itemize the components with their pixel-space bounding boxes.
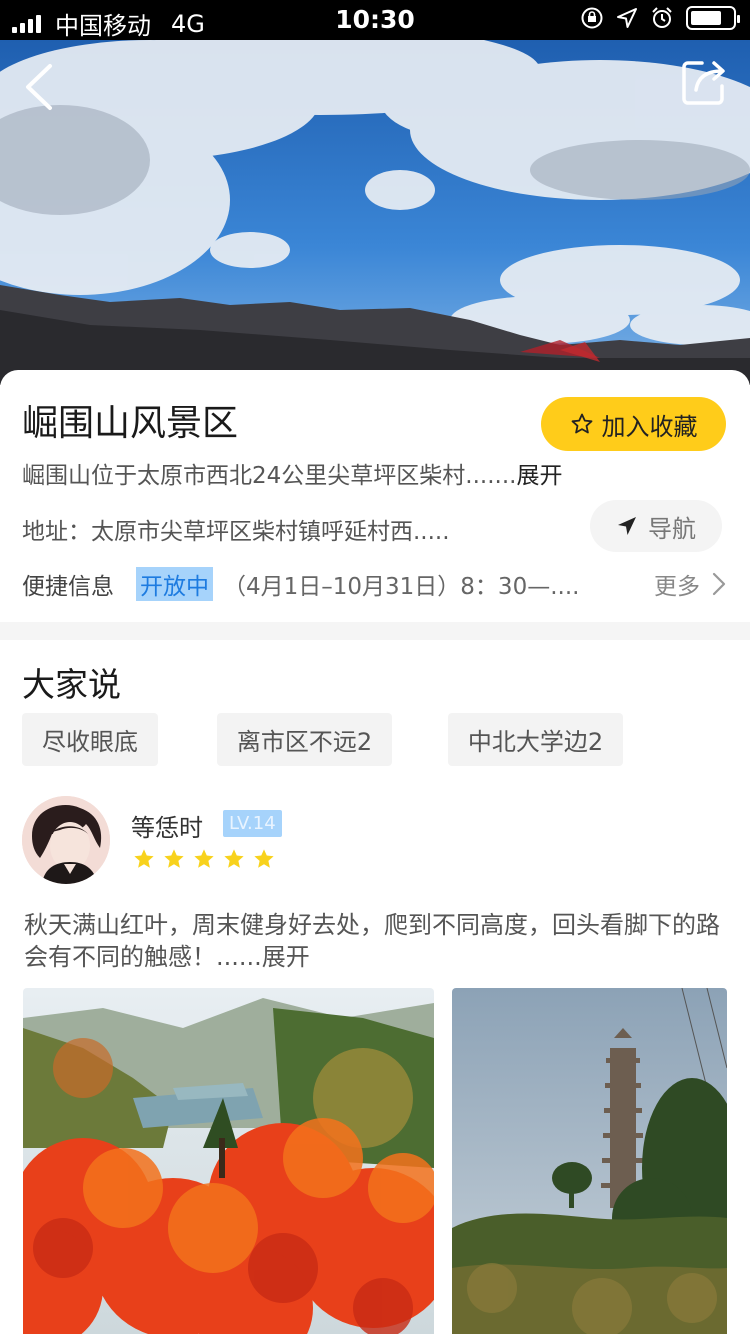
star-outline-icon — [571, 413, 592, 434]
star-icon — [134, 849, 154, 868]
share-icon[interactable] — [680, 58, 728, 108]
info-card: 崛围山风景区 加入收藏 崛围山位于太原市西北24公里尖草坪区柴村.......展… — [0, 370, 750, 622]
description-text: 崛围山位于太原市西北24公里尖草坪区柴村....... — [22, 463, 517, 489]
review-tag[interactable]: 离市区不远2 — [217, 713, 392, 766]
review-photo[interactable] — [23, 988, 434, 1334]
alarm-icon — [652, 7, 672, 28]
chevron-left-icon[interactable] — [22, 62, 56, 112]
open-hours: （4月1日–10月31日）8：30—.... — [223, 574, 580, 600]
star-icon — [224, 849, 244, 868]
description-expand-link[interactable]: 展开 — [516, 463, 562, 489]
add-favorite-label: 加入收藏 — [601, 412, 698, 441]
review-photo[interactable] — [452, 988, 727, 1334]
review-expand-link[interactable]: 展开 — [262, 943, 310, 971]
scenic-address: 地址：太原市尖草坪区柴村镇呼延村西..... — [22, 512, 450, 546]
navigate-label: 导航 — [648, 514, 696, 543]
level-badge: LV.14 — [223, 810, 282, 837]
reviewer-name[interactable]: 等恁时 — [131, 808, 203, 843]
more-label: 更多 — [654, 574, 700, 600]
address-label: 地址： — [22, 519, 91, 545]
navigate-button[interactable]: 导航 — [590, 500, 722, 552]
chevron-right-icon — [712, 572, 726, 596]
reviews-title: 大家说 — [22, 665, 121, 704]
address-text: 太原市尖草坪区柴村镇呼延村西..... — [91, 519, 450, 545]
quick-info-row[interactable]: 便捷信息 开放中 （4月1日–10月31日）8：30—.... 更多 — [22, 566, 726, 602]
open-status-badge: 开放中 — [136, 567, 213, 601]
rotation-lock-icon — [581, 7, 603, 29]
scenic-description: 崛围山位于太原市西北24公里尖草坪区柴村.......展开 — [22, 456, 562, 490]
review-tag[interactable]: 尽收眼底 — [22, 713, 158, 766]
star-icon — [164, 849, 184, 868]
battery-icon — [686, 6, 740, 30]
section-divider — [0, 622, 750, 640]
add-favorite-button[interactable]: 加入收藏 — [541, 397, 726, 451]
more-link[interactable]: 更多 — [654, 567, 726, 601]
star-icon — [194, 849, 214, 868]
status-right — [580, 6, 740, 30]
star-icon — [254, 849, 274, 868]
navigation-arrow-icon — [618, 517, 636, 535]
location-arrow-icon — [617, 8, 637, 28]
review-tag[interactable]: 中北大学边2 — [448, 713, 623, 766]
status-bar: 中国移动 4G 10:30 — [0, 0, 750, 40]
avatar[interactable] — [22, 796, 110, 884]
hero-image — [0, 40, 750, 385]
scenic-title: 崛围山风景区 — [22, 403, 239, 444]
rating-stars — [133, 848, 275, 870]
quick-info-label: 便捷信息 — [22, 574, 114, 600]
review-text: 秋天满山红叶，周末健身好去处，爬到不同高度，回头看脚下的路会有不同的触感！...… — [24, 909, 724, 973]
review-body: 秋天满山红叶，周末健身好去处，爬到不同高度，回头看脚下的路会有不同的触感！...… — [24, 911, 720, 971]
